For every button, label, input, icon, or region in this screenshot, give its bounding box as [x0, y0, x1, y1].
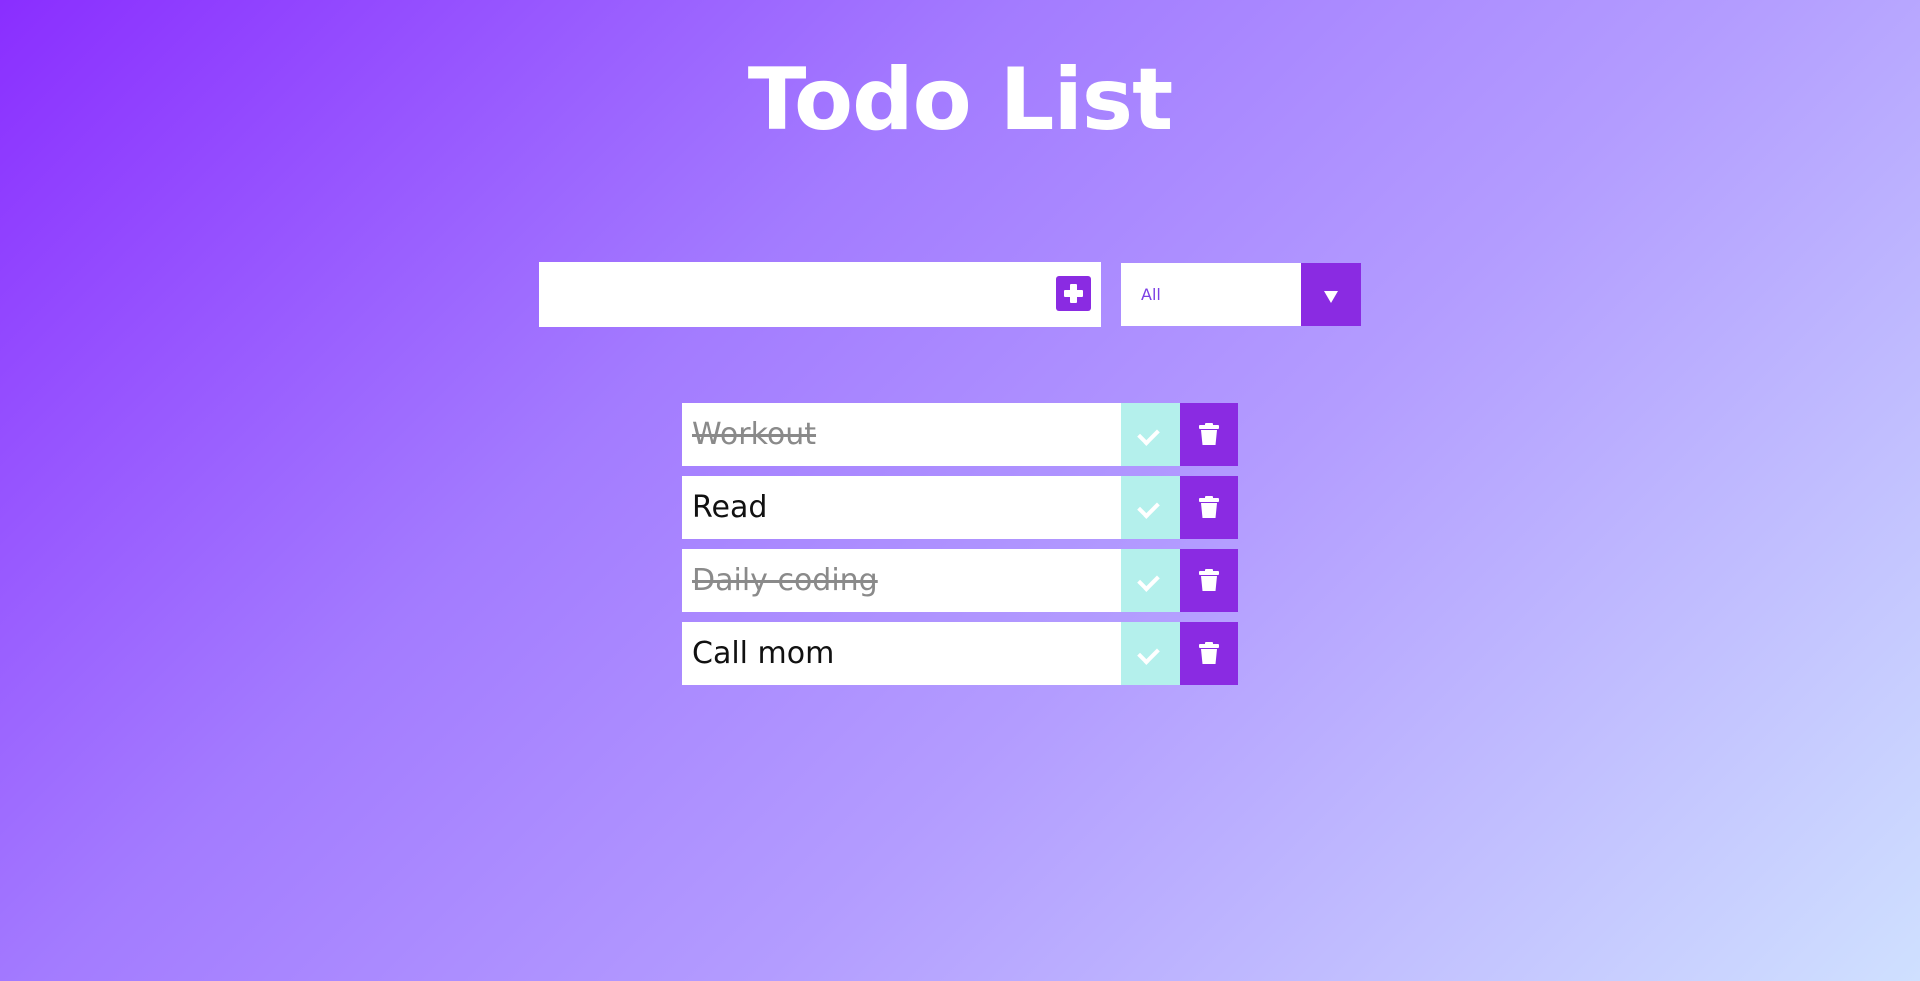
- todo-text: Call mom: [692, 636, 835, 671]
- todo-input-container: [539, 262, 1101, 327]
- todo-item: Daily coding: [682, 549, 1238, 612]
- check-icon: [1137, 642, 1160, 665]
- delete-button[interactable]: [1180, 403, 1238, 466]
- add-todo-button[interactable]: [1056, 276, 1091, 311]
- todo-text: Workout: [692, 417, 817, 452]
- delete-button[interactable]: [1180, 622, 1238, 685]
- complete-button[interactable]: [1121, 622, 1180, 685]
- filter-dropdown-button[interactable]: [1301, 263, 1361, 326]
- chevron-down-icon: [1324, 291, 1338, 303]
- complete-button[interactable]: [1121, 403, 1180, 466]
- trash-icon: [1199, 496, 1219, 518]
- todo-text: Read: [692, 490, 768, 525]
- complete-button[interactable]: [1121, 549, 1180, 612]
- check-icon: [1137, 496, 1160, 519]
- delete-button[interactable]: [1180, 549, 1238, 612]
- todo-item: Read: [682, 476, 1238, 539]
- page-title: Todo List: [747, 50, 1174, 150]
- trash-icon: [1199, 423, 1219, 445]
- check-icon: [1137, 423, 1160, 446]
- todo-input[interactable]: [539, 262, 1039, 327]
- delete-button[interactable]: [1180, 476, 1238, 539]
- trash-icon: [1199, 642, 1219, 664]
- complete-button[interactable]: [1121, 476, 1180, 539]
- filter-selected-value: All: [1141, 285, 1161, 304]
- todo-item: Call mom: [682, 622, 1238, 685]
- todo-text: Daily coding: [692, 563, 878, 598]
- todo-item: Workout: [682, 403, 1238, 466]
- todo-list: Workout Read Daily coding Call mom: [682, 403, 1238, 695]
- trash-icon: [1199, 569, 1219, 591]
- check-icon: [1137, 569, 1160, 592]
